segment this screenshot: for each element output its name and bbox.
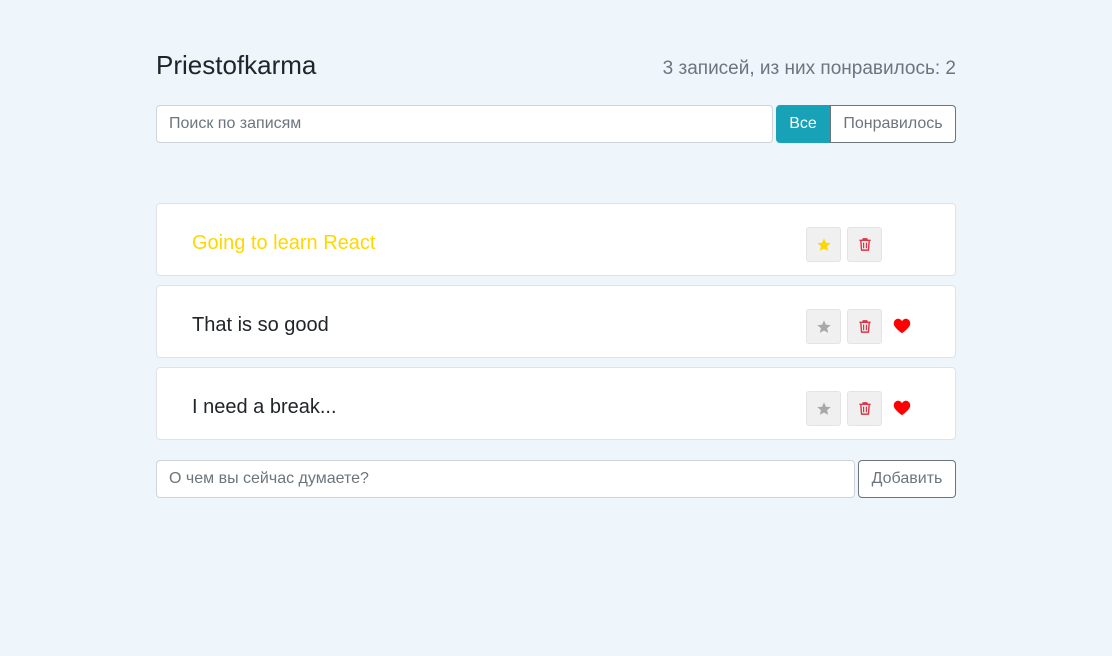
post-label[interactable]: Going to learn React (192, 204, 375, 275)
add-post-form: Добавить (156, 460, 956, 498)
search-input[interactable] (156, 105, 773, 143)
star-button[interactable] (806, 391, 841, 426)
post-label[interactable]: I need a break... (192, 368, 337, 439)
add-button[interactable]: Добавить (858, 460, 956, 498)
post-counter: 3 записей, из них понравилось: 2 (662, 58, 956, 79)
post-label[interactable]: That is so good (192, 286, 329, 357)
delete-button[interactable] (847, 227, 882, 262)
heart-icon (893, 400, 911, 416)
trash-icon (858, 320, 871, 333)
trash-icon (858, 238, 871, 251)
trash-icon (858, 402, 871, 415)
star-icon (816, 237, 831, 251)
search-panel: Все Понравилось (156, 105, 956, 143)
star-button[interactable] (806, 227, 841, 262)
filter-liked-button[interactable]: Понравилось (830, 105, 956, 143)
new-post-input[interactable] (156, 460, 855, 498)
heart-icon (893, 318, 911, 334)
delete-button[interactable] (847, 309, 882, 344)
delete-button[interactable] (847, 391, 882, 426)
star-icon (816, 401, 831, 415)
filter-group: Все Понравилось (776, 105, 956, 143)
star-button[interactable] (806, 309, 841, 344)
list-item: I need a break... (156, 367, 956, 440)
star-icon (816, 319, 831, 333)
page-title: Priestofkarma (156, 50, 317, 80)
filter-all-button[interactable]: Все (776, 105, 830, 143)
list-item: That is so good (156, 285, 956, 358)
list-item: Going to learn React (156, 203, 956, 276)
app-header: Priestofkarma 3 записей, из них понравил… (156, 50, 956, 90)
